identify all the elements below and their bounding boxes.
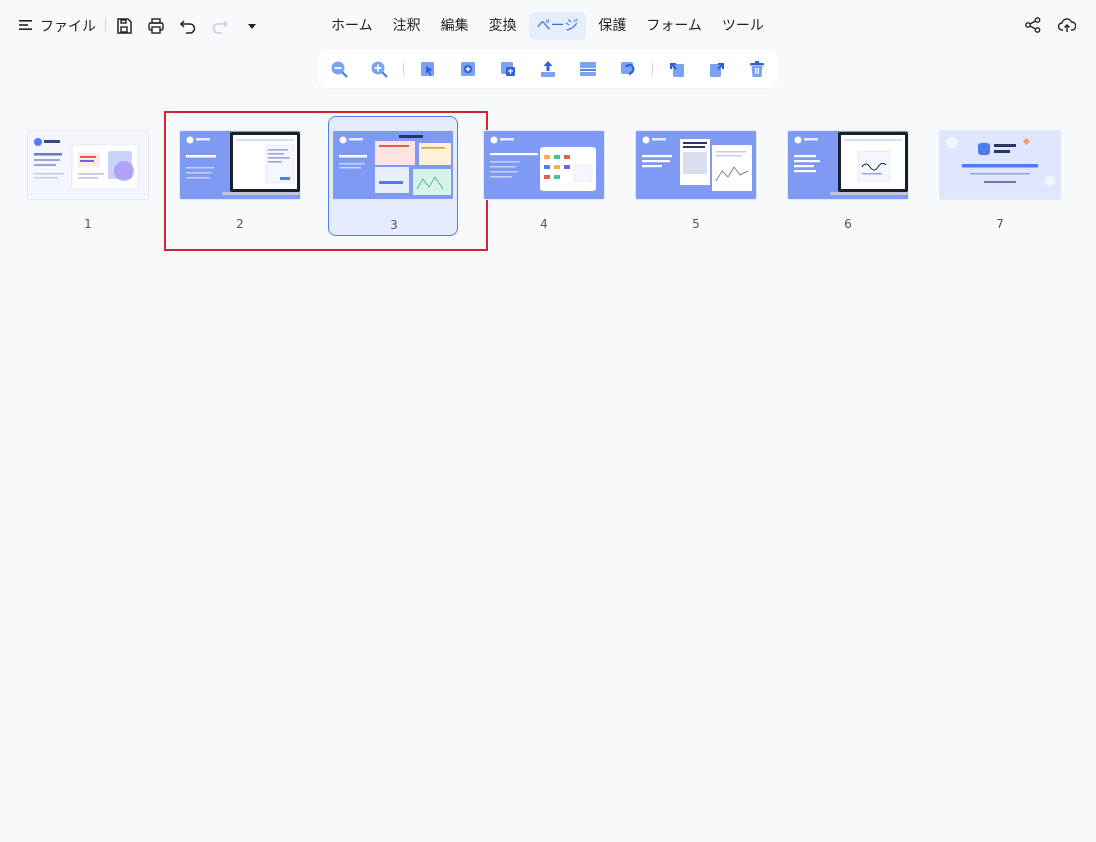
main-tabs: ホーム 注釈 編集 変換 ページ 保護 フォーム ツール xyxy=(323,12,772,40)
split-page-icon[interactable] xyxy=(577,58,599,80)
page-thumbnail-card-selected[interactable]: 3 xyxy=(328,116,458,236)
tab-edit[interactable]: 編集 xyxy=(433,12,477,40)
toolbar-divider xyxy=(652,63,653,75)
page-thumbnail-card[interactable]: 7 xyxy=(936,117,1060,235)
top-bar: ファイル ホーム 注釈 編集 変換 ページ 保護 フォーム ツール xyxy=(0,0,1096,52)
undo-icon[interactable] xyxy=(176,14,200,38)
page-toolbar xyxy=(318,50,778,88)
page-thumbnail-card[interactable]: 2 xyxy=(176,117,300,235)
page-thumbnail xyxy=(28,131,148,199)
page-number: 3 xyxy=(390,218,398,232)
page-thumbnail-card[interactable]: 1 xyxy=(24,117,148,235)
toolbar-divider xyxy=(403,63,404,75)
tab-home[interactable]: ホーム xyxy=(323,12,381,40)
page-thumbnail xyxy=(636,131,756,199)
rotate-left-icon[interactable] xyxy=(666,58,688,80)
tab-tools[interactable]: ツール xyxy=(714,12,772,40)
file-menu-label: ファイル xyxy=(40,19,96,35)
page-number: 4 xyxy=(540,217,548,231)
share-icon[interactable] xyxy=(1022,14,1044,36)
cloud-upload-icon[interactable] xyxy=(1056,14,1078,36)
more-dropdown-icon[interactable] xyxy=(240,14,264,38)
tab-convert[interactable]: 変換 xyxy=(481,12,525,40)
page-thumbnail xyxy=(333,131,453,199)
print-icon[interactable] xyxy=(144,14,168,38)
page-thumbnail-card[interactable]: 4 xyxy=(480,117,604,235)
page-number: 5 xyxy=(692,217,700,231)
rotate-right-icon[interactable] xyxy=(706,58,728,80)
top-right-actions xyxy=(1022,14,1078,36)
select-pages-icon[interactable] xyxy=(417,58,439,80)
page-number: 2 xyxy=(236,217,244,231)
page-thumbnail xyxy=(180,131,300,199)
tab-page[interactable]: ページ xyxy=(528,12,587,40)
page-thumbnail xyxy=(788,131,908,199)
page-number: 1 xyxy=(84,217,92,231)
page-number: 7 xyxy=(996,217,1004,231)
zoom-in-icon[interactable] xyxy=(368,58,390,80)
page-number: 6 xyxy=(844,217,852,231)
delete-page-icon[interactable] xyxy=(746,58,768,80)
insert-page-icon[interactable] xyxy=(457,58,479,80)
extract-page-icon[interactable] xyxy=(537,58,559,80)
zoom-out-icon[interactable] xyxy=(328,58,350,80)
divider xyxy=(105,18,106,32)
save-icon[interactable] xyxy=(112,14,136,38)
replace-page-icon[interactable] xyxy=(497,58,519,80)
page-thumbnail-card[interactable]: 6 xyxy=(784,117,908,235)
tab-protect[interactable]: 保護 xyxy=(590,12,634,40)
tab-annotate[interactable]: 注釈 xyxy=(385,12,429,40)
file-menu-button[interactable]: ファイル xyxy=(18,14,96,38)
redo-icon[interactable] xyxy=(208,14,232,38)
page-thumbnail xyxy=(484,131,604,199)
hamburger-icon xyxy=(18,17,34,36)
crop-page-icon[interactable] xyxy=(617,58,639,80)
tab-form[interactable]: フォーム xyxy=(638,12,710,40)
page-thumbnail xyxy=(940,131,1060,199)
page-thumbnail-card[interactable]: 5 xyxy=(632,117,756,235)
